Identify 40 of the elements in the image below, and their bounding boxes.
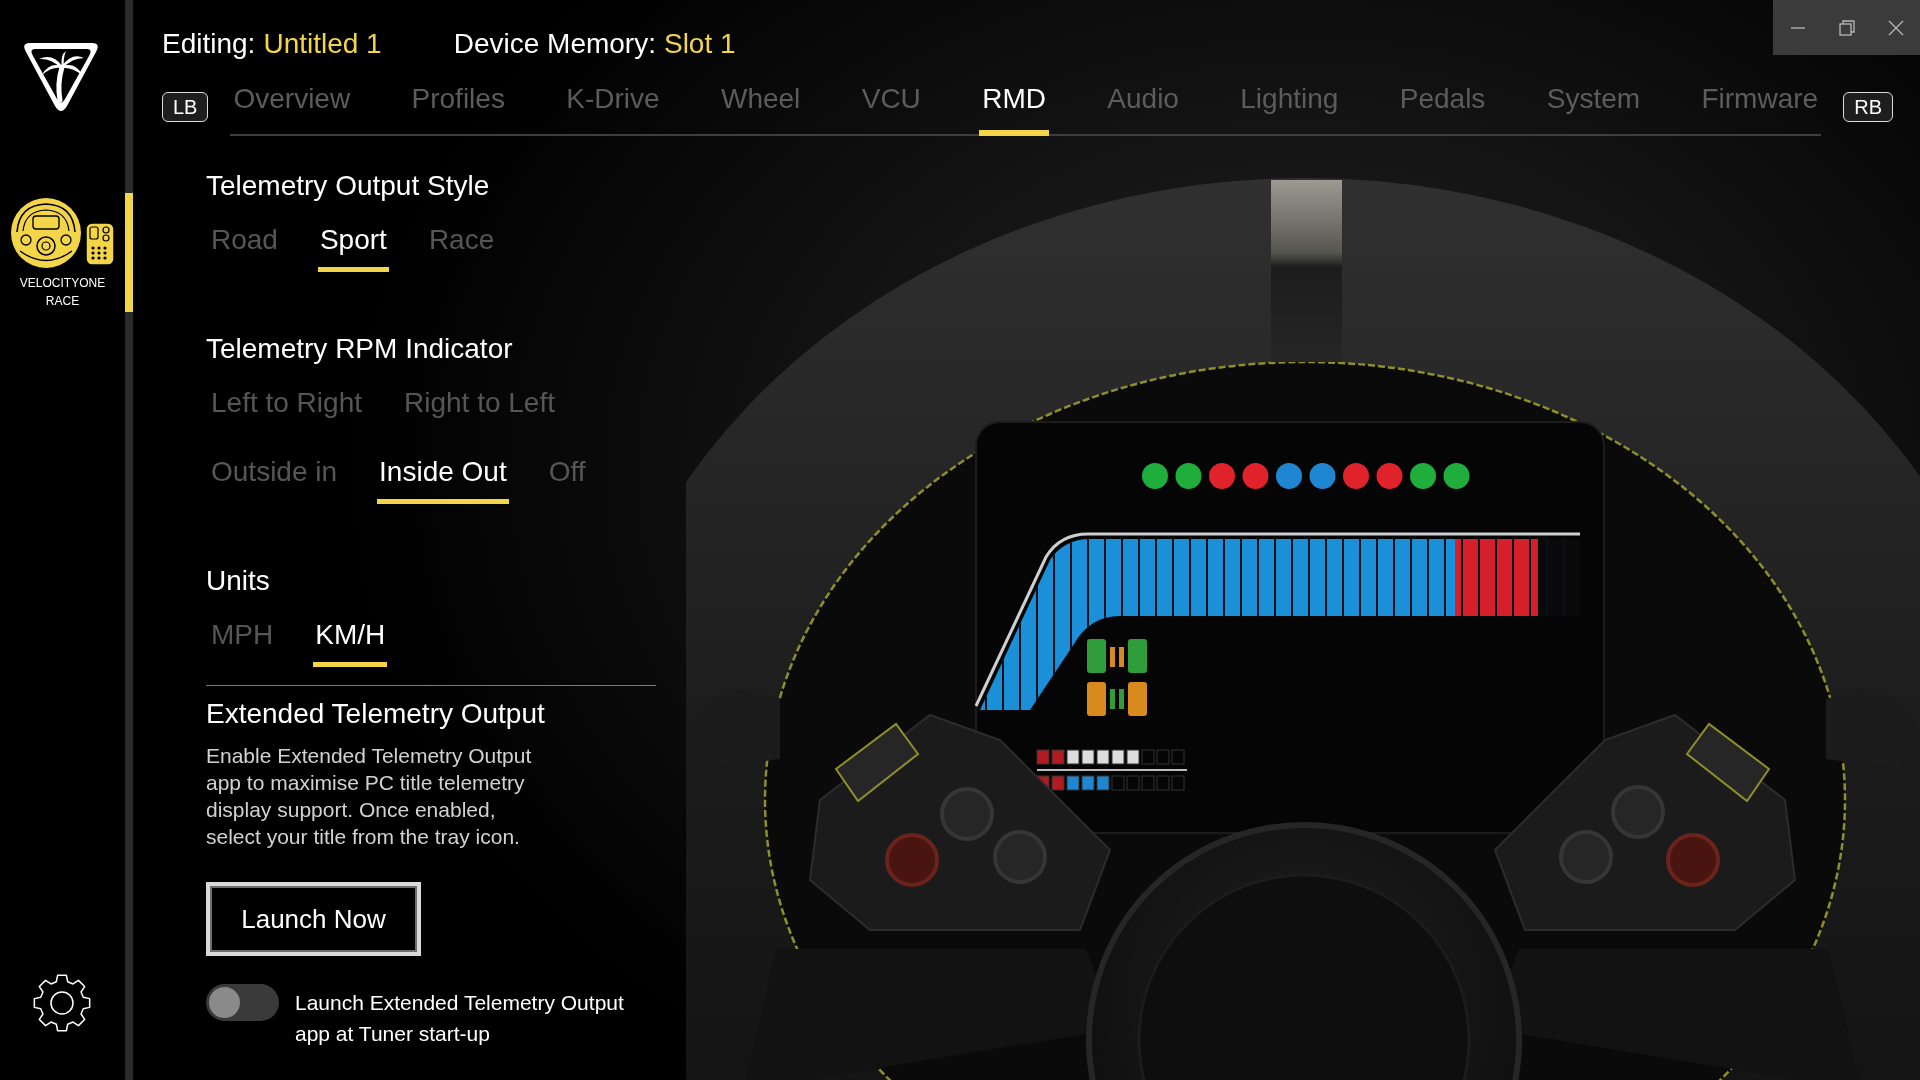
device-item[interactable]: VELOCITYONE RACE — [0, 193, 133, 312]
editing-label: Editing: — [162, 27, 256, 61]
option-tab[interactable]: Outside in — [209, 455, 340, 504]
section-title: Telemetry RPM Indicator — [206, 332, 513, 366]
prev-tab-button[interactable]: LB — [162, 92, 209, 122]
next-tab-button[interactable]: RB — [1843, 92, 1893, 122]
memory-label: Device Memory: — [453, 27, 656, 61]
nav-tab[interactable]: Pedals — [1396, 82, 1489, 136]
option-tab[interactable]: Sport — [317, 223, 389, 272]
nav-tab[interactable]: Audio — [1104, 82, 1182, 136]
restore-icon[interactable] — [1838, 19, 1855, 36]
option-tab[interactable]: Road — [209, 223, 280, 272]
wheel-and-pedals-icon — [9, 196, 116, 269]
nav-tab[interactable]: Wheel — [717, 82, 804, 136]
nav-tab[interactable]: Overview — [230, 82, 354, 136]
launch-button[interactable]: Launch Now — [206, 882, 421, 956]
section-title: Units — [206, 564, 270, 598]
option-tab[interactable]: KM/H — [313, 618, 388, 667]
toggle-switch[interactable] — [206, 984, 279, 1021]
option-tab[interactable]: Inside Out — [377, 455, 509, 504]
option-tab[interactable]: Right to Left — [402, 386, 557, 435]
nav-tab[interactable]: RMD — [979, 82, 1049, 136]
settings-icon[interactable] — [32, 973, 92, 1033]
option-tab[interactable]: Off — [546, 455, 588, 504]
toggle-label: Launch Extended Telemetry Output app at Tuner start-up — [295, 990, 625, 1047]
description-text: Enable Extended Telemetry Output app to maximise PC title telemetry display support. Once enabled, select your title from the tray icon. — [206, 743, 533, 850]
nav-tab[interactable]: System — [1543, 82, 1644, 136]
nav-tab[interactable]: K-Drive — [563, 82, 663, 136]
close-icon[interactable] — [1887, 19, 1904, 36]
nav-tab[interactable]: Lighting — [1237, 82, 1342, 136]
profile-name: Untitled 1 — [263, 27, 382, 61]
section-title: Telemetry Output Style — [206, 169, 490, 203]
nav-tab[interactable]: Firmware — [1698, 82, 1822, 136]
nav-tab[interactable]: VCU — [858, 82, 924, 136]
option-tab[interactable]: Race — [426, 223, 497, 272]
section-title: Extended Telemetry Output — [206, 697, 545, 731]
option-tab[interactable]: MPH — [209, 618, 276, 667]
memory-slot: Slot 1 — [663, 27, 736, 61]
option-tab[interactable]: Left to Right — [209, 386, 364, 435]
nav-tab[interactable]: Profiles — [408, 82, 508, 136]
